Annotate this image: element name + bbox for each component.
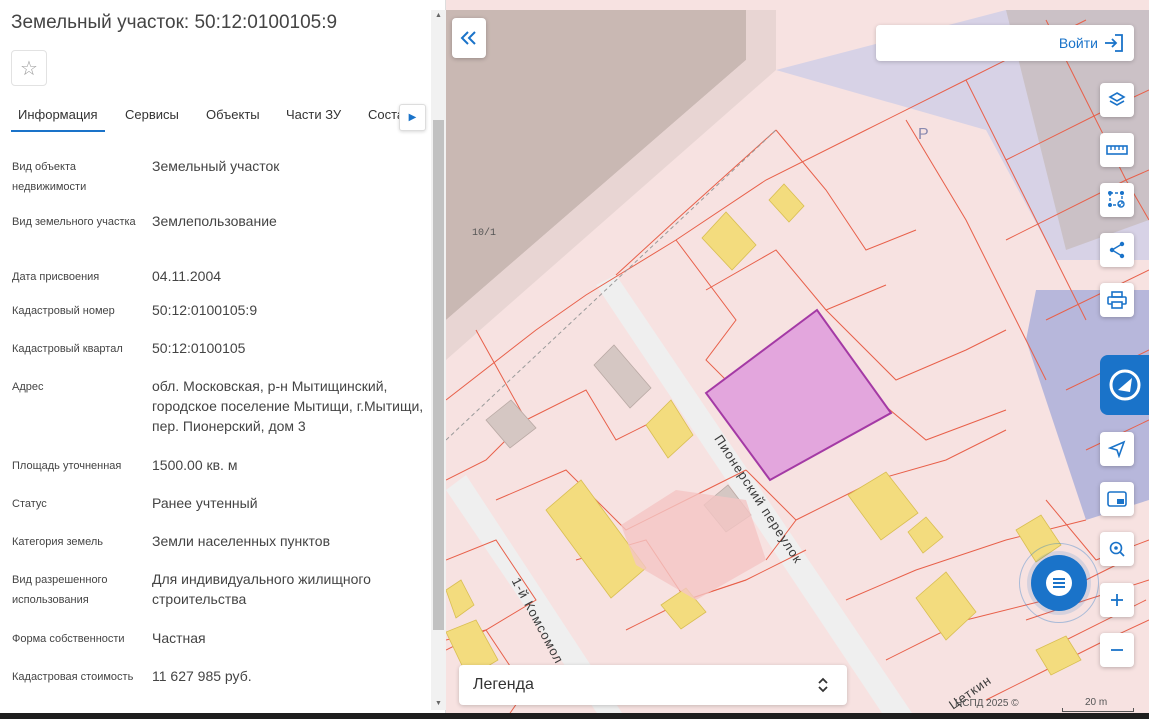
info-value: 50:12:0100105:9 — [152, 302, 258, 318]
legend-toggle[interactable]: Легенда — [459, 665, 847, 705]
info-label: Площадь уточненная — [12, 460, 122, 472]
legend-label: Легенда — [473, 676, 534, 693]
info-label: Вид разрешенного использования — [12, 574, 108, 606]
info-label: Вид земельного участка — [12, 216, 136, 228]
tab-info[interactable]: Информация — [11, 98, 105, 132]
print-button[interactable] — [1100, 283, 1134, 317]
scrollbar-thumb[interactable] — [433, 120, 444, 630]
share-button[interactable] — [1100, 233, 1134, 267]
info-label: Вид объекта недвижимости — [12, 161, 87, 193]
locate-button[interactable] — [1100, 432, 1134, 466]
info-label: Категория земель — [12, 536, 103, 548]
nspd-logo-icon — [1109, 369, 1140, 401]
info-value: 04.11.2004 — [152, 268, 222, 284]
nspd-logo-tab[interactable] — [1100, 355, 1149, 415]
top-search-bar: Войти — [876, 25, 1134, 61]
zoom-in-icon — [1111, 594, 1123, 606]
info-value: Земли населенных пунктов — [152, 533, 331, 549]
chat-button[interactable] — [1031, 555, 1087, 611]
block-label: 10/1 — [472, 228, 497, 239]
info-value: Частная — [152, 630, 206, 646]
search-location-button[interactable] — [1100, 532, 1134, 566]
minimap-icon — [1107, 491, 1127, 507]
taskbar-strip — [0, 713, 1149, 719]
zoom-out-button[interactable] — [1100, 633, 1134, 667]
collapse-panel-button[interactable] — [452, 18, 486, 58]
info-label: Дата присвоения — [12, 271, 100, 283]
info-value: Землепользование — [152, 213, 277, 229]
share-icon — [1109, 241, 1125, 259]
select-area-icon — [1108, 191, 1125, 208]
login-icon — [1105, 34, 1123, 52]
info-value: 1500.00 кв. м — [152, 457, 238, 473]
zoom-out-icon — [1111, 649, 1123, 651]
login-button[interactable]: Войти — [1059, 25, 1124, 61]
chevron-up-down-icon — [818, 677, 828, 693]
info-value: Для индивидуального жилищного строительс… — [152, 571, 371, 607]
scroll-down-icon[interactable]: ▼ — [431, 698, 446, 710]
scroll-up-icon[interactable]: ▲ — [431, 10, 446, 22]
tab-services[interactable]: Сервисы — [118, 98, 186, 132]
scale-bar — [1062, 708, 1134, 712]
zoom-in-button[interactable] — [1100, 583, 1134, 617]
tabs-scroll-right-button[interactable]: ▶ — [399, 104, 426, 131]
info-value: Земельный участок — [152, 158, 280, 174]
chat-icon — [1046, 570, 1072, 596]
info-label: Кадастровый квартал — [12, 343, 123, 355]
info-panel: Земельный участок: 50:12:0100105:9 ☆ Инф… — [0, 0, 446, 719]
login-label: Войти — [1058, 35, 1098, 51]
info-label: Адрес — [12, 381, 44, 393]
layers-icon — [1108, 92, 1126, 106]
copyright-text: НСПД 2025 © — [955, 698, 1019, 709]
tab-parts[interactable]: Части ЗУ — [279, 98, 348, 132]
print-icon — [1107, 291, 1127, 309]
info-label: Статус — [12, 498, 47, 510]
info-value: 50:12:0100105 — [152, 340, 246, 356]
info-value: обл. Московская, р-н Мытищинский, городс… — [152, 378, 424, 434]
info-label: Кадастровая стоимость — [12, 671, 134, 683]
measure-button[interactable] — [1100, 133, 1134, 167]
layers-button[interactable] — [1100, 83, 1134, 117]
ruler-icon — [1106, 145, 1128, 155]
minimap-button[interactable] — [1100, 482, 1134, 516]
chevron-right-icon: ▶ — [408, 112, 417, 123]
star-icon: ☆ — [20, 57, 38, 80]
double-chevron-left-icon — [460, 31, 476, 45]
favorite-button[interactable]: ☆ — [11, 50, 47, 86]
scale-label: 20 m — [1085, 697, 1108, 708]
locate-icon — [1108, 440, 1126, 458]
tab-objects[interactable]: Объекты — [199, 98, 267, 132]
tab-bar: Информация Сервисы Объекты Части ЗУ Сост… — [0, 98, 430, 134]
page-title: Земельный участок: 50:12:0100105:9 — [11, 12, 338, 33]
parking-label: P — [918, 126, 929, 143]
search-location-icon — [1109, 541, 1125, 557]
info-label: Кадастровый номер — [12, 305, 115, 317]
info-value: 11 627 985 руб. — [152, 668, 252, 684]
info-label: Форма собственности — [12, 633, 125, 645]
info-value: Ранее учтенный — [152, 495, 258, 511]
select-area-button[interactable] — [1100, 183, 1134, 217]
